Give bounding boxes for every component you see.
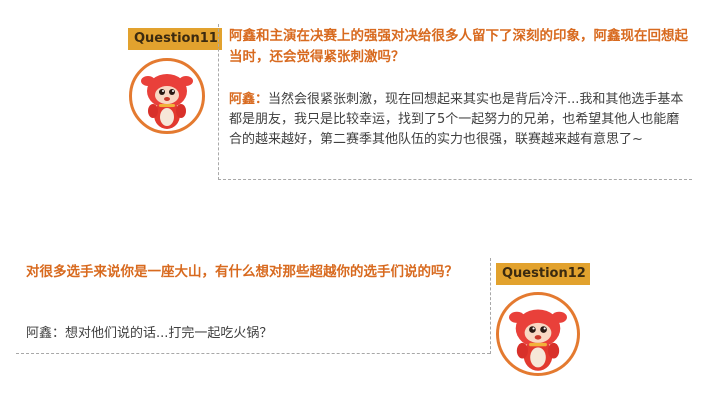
mascot-avatar-icon — [129, 58, 205, 134]
question-badge-12: Question12 — [496, 263, 590, 285]
divider-vertical-12 — [490, 258, 491, 354]
mascot-avatar-icon — [496, 292, 580, 376]
answer-text-11: 阿鑫：当然会很紧张刺激，现在回想起来其实也是背后冷汗...我和其他选手基本都是朋… — [229, 90, 689, 150]
divider-horizontal-12 — [16, 353, 490, 354]
answer-body-11: 当然会很紧张刺激，现在回想起来其实也是背后冷汗...我和其他选手基本都是朋友，我… — [229, 92, 684, 147]
answer-speaker-11: 阿鑫： — [229, 92, 269, 107]
answer-body-12: 想对他们说的话...打完一起吃火锅？ — [65, 326, 273, 341]
answer-speaker-12: 阿鑫： — [26, 326, 66, 341]
question-text-11: 阿鑫和主演在决赛上的强强对决给很多人留下了深刻的印象，阿鑫现在回想起当时，还会觉… — [229, 28, 688, 65]
question-text-12: 对很多选手来说你是一座大山，有什么想对那些超越你的选手们说的吗？ — [26, 264, 458, 280]
answer-text-12: 阿鑫：想对他们说的话...打完一起吃火锅？ — [26, 324, 476, 344]
question-badge-11: Question11 — [128, 28, 222, 50]
divider-horizontal-11 — [218, 179, 692, 180]
divider-vertical-11 — [218, 24, 219, 180]
